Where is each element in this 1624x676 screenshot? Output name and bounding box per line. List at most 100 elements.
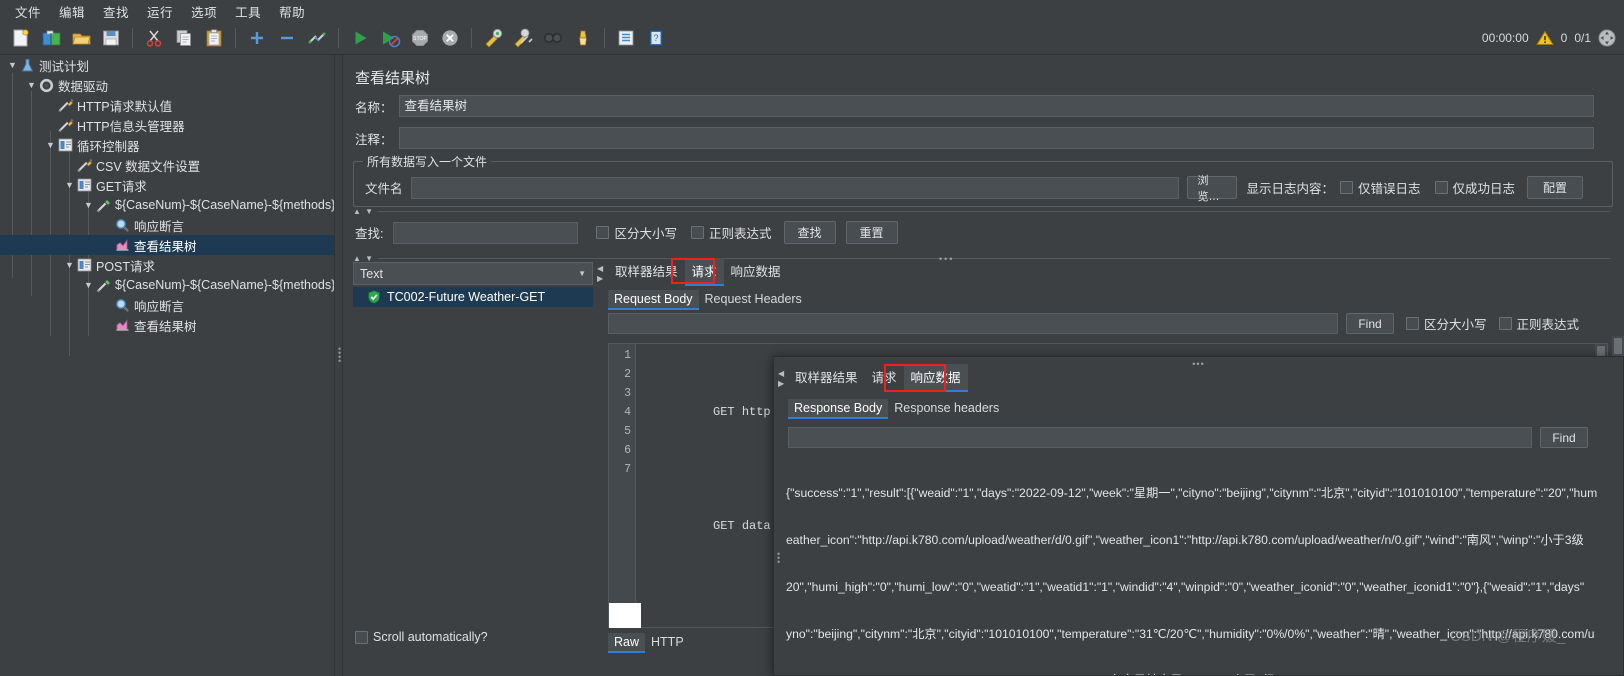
browse-button[interactable]: 浏览… — [1186, 175, 1237, 203]
expand-window-icon[interactable] — [1598, 29, 1616, 47]
menu-item-run[interactable]: 运行 — [138, 0, 182, 23]
request-find-button[interactable]: Find — [1346, 313, 1394, 334]
start-no-pauses-icon[interactable] — [377, 25, 403, 51]
tree-node-post-request[interactable]: ▼ POST请求 — [0, 255, 334, 275]
reset-button[interactable]: 重置 — [845, 221, 898, 244]
left-splitter-grip[interactable]: • • • — [777, 550, 780, 567]
response-find-button[interactable]: Find — [1540, 427, 1588, 448]
checkbox-box[interactable] — [1498, 317, 1512, 330]
cut-icon[interactable] — [141, 25, 167, 51]
chevron-down-icon[interactable]: ▼ — [6, 59, 19, 72]
checkbox-box[interactable] — [355, 630, 368, 644]
tree-node-test-plan[interactable]: ▼ 测试计划 — [0, 55, 334, 75]
chevron-down-icon[interactable]: ▼ — [578, 269, 586, 278]
tab-http[interactable]: HTTP — [645, 633, 690, 652]
tree-node-http-request-defaults[interactable]: HTTP请求默认值 — [0, 95, 334, 115]
copy-icon[interactable] — [171, 25, 197, 51]
success-only-checkbox[interactable]: 仅成功日志 — [1434, 178, 1515, 197]
checkbox-box[interactable] — [1340, 181, 1354, 194]
search-input[interactable] — [393, 221, 579, 244]
tree-node-view-results-tree-post[interactable]: 查看结果树 — [0, 315, 334, 335]
comment-input[interactable] — [398, 127, 1594, 149]
clear-all-icon[interactable] — [510, 25, 536, 51]
scroll-automatically-checkbox[interactable]: Scroll automatically? — [355, 630, 488, 644]
tab-scroll-arrows[interactable]: ◀ ▶ — [597, 264, 606, 284]
errors-only-checkbox[interactable]: 仅错误日志 — [1340, 178, 1421, 197]
chevron-down-icon[interactable]: ▼ — [82, 279, 95, 292]
collapse-all-icon[interactable] — [274, 25, 300, 51]
subtab-request-headers[interactable]: Request Headers — [699, 290, 808, 309]
renderer-select[interactable]: Text ▼ — [353, 262, 593, 285]
tree-node-response-assertion-post[interactable]: 响应断言 — [0, 295, 334, 315]
save-icon[interactable] — [98, 25, 124, 51]
checkbox-box[interactable] — [691, 226, 704, 239]
configure-button[interactable]: 配置 — [1527, 176, 1584, 199]
new-file-icon[interactable] — [8, 25, 34, 51]
panel-scrollbar[interactable] — [1612, 336, 1624, 356]
subtab-response-headers[interactable]: Response headers — [888, 399, 1005, 418]
response-find-input[interactable] — [788, 427, 1532, 448]
tree-node-get-request[interactable]: ▼ GET请求 — [0, 175, 334, 195]
toggle-icon[interactable] — [304, 25, 330, 51]
request-regex-checkbox[interactable]: 正则表达式 — [1498, 314, 1579, 333]
tab-request[interactable]: 请求 — [865, 364, 904, 390]
search-regex-checkbox[interactable]: 正则表达式 — [691, 223, 772, 242]
checkbox-box[interactable] — [596, 226, 610, 239]
tree-node-http-header-manager[interactable]: HTTP信息头管理器 — [0, 115, 334, 135]
tree-node-view-results-tree-get[interactable]: 查看结果树 — [0, 235, 334, 255]
chevron-down-icon[interactable]: ▼ — [44, 139, 57, 152]
tab-request[interactable]: 请求 — [684, 258, 724, 286]
menu-item-file[interactable]: 文件 — [6, 0, 50, 23]
tab-response-data[interactable]: 响应数据 — [724, 258, 788, 284]
window-grip[interactable]: ••• — [1192, 359, 1204, 369]
tab-raw[interactable]: Raw — [608, 633, 646, 653]
menu-item-tools[interactable]: 工具 — [226, 0, 270, 23]
tree-node-http-sampler-get[interactable]: ▼ ${CaseNum}-${CaseName}-${methods} — [0, 195, 334, 215]
start-icon[interactable] — [347, 25, 373, 51]
clear-icon[interactable] — [480, 25, 506, 51]
checkbox-box[interactable] — [1406, 317, 1419, 330]
templates-icon[interactable] — [38, 25, 64, 51]
test-plan-tree[interactable]: ▼ 测试计划 ▼ 数据驱动 HTTP请求默认值 HTTP信息头管理器 ▼ 循环控… — [0, 55, 334, 676]
find-button[interactable]: 查找 — [783, 221, 836, 244]
warning-icon[interactable] — [1535, 30, 1554, 46]
chevron-down-icon[interactable]: ▼ — [82, 199, 95, 212]
scrollbar-thumb[interactable] — [1614, 338, 1622, 354]
open-folder-icon[interactable] — [68, 25, 94, 51]
filename-input[interactable] — [410, 176, 1179, 199]
name-input[interactable]: 查看结果树 — [398, 95, 1594, 117]
collapse-arrows-icon[interactable]: ▲ ▼ — [353, 207, 378, 216]
results-tree[interactable]: TC002-Future Weather-GET — [353, 287, 593, 657]
shutdown-icon[interactable] — [437, 25, 463, 51]
tree-node-loop-controller[interactable]: ▼ 循环控制器 — [0, 135, 334, 155]
expand-all-icon[interactable] — [244, 25, 270, 51]
chevron-down-icon[interactable]: ▼ — [63, 259, 76, 272]
tree-node-thread-group[interactable]: ▼ 数据驱动 — [0, 75, 334, 95]
menu-item-help[interactable]: 帮助 — [270, 0, 314, 23]
subtab-response-body[interactable]: Response Body — [788, 399, 889, 419]
main-vertical-splitter[interactable]: • • • • — [334, 55, 343, 676]
tree-node-csv-data-set[interactable]: CSV 数据文件设置 — [0, 155, 334, 175]
request-case-sensitive-checkbox[interactable]: 区分大小写 — [1406, 314, 1487, 333]
paste-icon[interactable] — [201, 25, 227, 51]
tree-node-response-assertion[interactable]: 响应断言 — [0, 215, 334, 235]
tab-scroll-arrows[interactable]: ◀ ▶ — [778, 369, 787, 389]
collapse-divider-top[interactable]: ▲ ▼ — [353, 205, 1611, 217]
request-find-input[interactable] — [608, 313, 1338, 334]
results-tree-item[interactable]: TC002-Future Weather-GET — [353, 287, 593, 307]
menu-item-search[interactable]: 查找 — [94, 0, 138, 23]
checkbox-box[interactable] — [1434, 181, 1448, 194]
search-case-sensitive-checkbox[interactable]: 区分大小写 — [596, 223, 677, 242]
function-helper-icon[interactable] — [613, 25, 639, 51]
search-icon[interactable] — [540, 25, 566, 51]
search-reset-icon[interactable] — [570, 25, 596, 51]
tab-response-data[interactable]: 响应数据 — [903, 364, 968, 392]
tab-sampler-result[interactable]: 取样器结果 — [608, 258, 685, 284]
stop-icon[interactable]: STOP — [407, 25, 433, 51]
tree-node-http-sampler-post[interactable]: ▼ ${CaseNum}-${CaseName}-${methods} — [0, 275, 334, 295]
help-icon[interactable]: ? — [643, 25, 669, 51]
tab-sampler-result[interactable]: 取样器结果 — [788, 364, 865, 390]
horizontal-splitter-grip[interactable]: ••• — [939, 254, 954, 264]
chevron-down-icon[interactable]: ▼ — [63, 179, 76, 192]
menu-item-options[interactable]: 选项 — [182, 0, 226, 23]
